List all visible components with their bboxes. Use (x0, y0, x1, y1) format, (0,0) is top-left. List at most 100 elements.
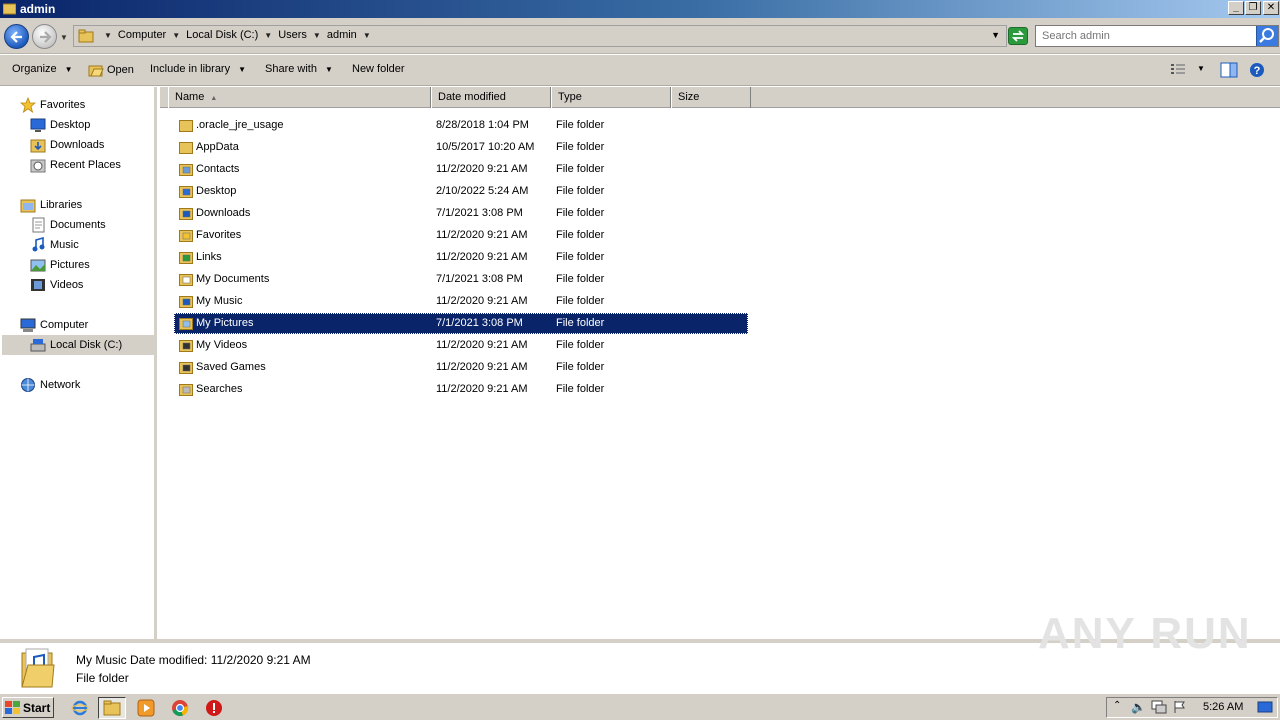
nav-item-documents[interactable]: Documents (30, 215, 106, 235)
details-type: File folder (76, 671, 129, 685)
forward-button[interactable] (32, 24, 57, 49)
searches-folder-icon (179, 384, 193, 396)
nav-network[interactable]: Network (20, 375, 80, 395)
title-bar[interactable]: admin _ ❐ ✕ (0, 0, 1280, 18)
breadcrumb-users[interactable]: Users (278, 29, 307, 41)
action-center-flag-icon[interactable] (1173, 700, 1187, 717)
breadcrumb-admin[interactable]: admin (327, 29, 357, 41)
organize-label: Organize (12, 63, 57, 75)
file-row[interactable]: AppData 10/5/2017 10:20 AM File folder (174, 137, 748, 158)
open-button[interactable]: Open (88, 63, 134, 77)
file-row[interactable]: Favorites 11/2/2020 9:21 AM File folder (174, 225, 748, 246)
breadcrumb-computer[interactable]: Computer (118, 29, 166, 41)
address-box[interactable]: ▼ Computer ▼ Local Disk (C:) ▼ Users ▼ a… (73, 25, 1007, 47)
taskbar-chrome[interactable] (166, 697, 194, 719)
file-row[interactable]: Contacts 11/2/2020 9:21 AM File folder (174, 159, 748, 180)
nav-item-downloads[interactable]: Downloads (30, 135, 104, 155)
nav-favorites-label: Favorites (40, 99, 86, 111)
volume-icon[interactable]: 🔈 (1131, 700, 1146, 714)
taskbar-explorer[interactable] (98, 697, 126, 719)
address-dropdown-icon[interactable]: ▼ (991, 30, 1000, 40)
network-tray-icon[interactable] (1151, 700, 1167, 717)
search-button[interactable] (1256, 26, 1278, 46)
column-header-date-modified[interactable]: Date modified (431, 87, 551, 108)
file-type: File folder (556, 317, 605, 329)
file-row[interactable]: Searches 11/2/2020 9:21 AM File folder (174, 379, 748, 400)
include-in-library-button[interactable]: Include in library ▼ (150, 63, 246, 75)
file-date-modified: 11/2/2020 9:21 AM (436, 229, 528, 241)
refresh-icon (1011, 30, 1025, 42)
nav-item-videos[interactable]: Videos (30, 275, 83, 295)
file-row[interactable]: Downloads 7/1/2021 3:08 PM File folder (174, 203, 748, 224)
nav-item-local-disk[interactable]: Local Disk (C:) (2, 335, 157, 355)
file-row[interactable]: My Videos 11/2/2020 9:21 AM File folder (174, 335, 748, 356)
taskbar-stop-app[interactable] (200, 697, 228, 719)
column-header-date-label: Date modified (438, 91, 506, 103)
show-hidden-icons-icon[interactable]: ⌃ (1113, 700, 1121, 711)
file-row[interactable]: My Music 11/2/2020 9:21 AM File folder (174, 291, 748, 312)
show-desktop-icon[interactable] (1257, 701, 1273, 716)
file-row[interactable]: Links 11/2/2020 9:21 AM File folder (174, 247, 748, 268)
file-row[interactable]: Saved Games 11/2/2020 9:21 AM File folder (174, 357, 748, 378)
drive-icon (30, 339, 46, 352)
search-input[interactable] (1036, 26, 1254, 46)
file-name: Saved Games (196, 361, 266, 373)
nav-item-label: Recent Places (50, 159, 121, 171)
nav-favorites[interactable]: Favorites (20, 95, 85, 115)
svg-text:?: ? (1254, 65, 1261, 77)
history-dropdown-icon[interactable]: ▼ (60, 33, 68, 42)
view-options-dropdown[interactable]: ▼ (1197, 64, 1205, 73)
refresh-button[interactable] (1008, 27, 1028, 45)
folder-icon (3, 3, 16, 15)
nav-computer[interactable]: Computer (20, 315, 88, 335)
chevron-down-icon[interactable]: ▼ (313, 31, 321, 40)
file-row[interactable]: My Documents 7/1/2021 3:08 PM File folder (174, 269, 748, 290)
chevron-down-icon[interactable]: ▼ (363, 31, 371, 40)
chevron-down-icon[interactable]: ▼ (264, 31, 272, 40)
breadcrumb-local-disk[interactable]: Local Disk (C:) (186, 29, 258, 41)
share-with-button[interactable]: Share with ▼ (265, 63, 333, 75)
taskbar-media-player[interactable] (132, 697, 160, 719)
file-name: .oracle_jre_usage (196, 119, 284, 131)
organize-button[interactable]: Organize ▼ (12, 63, 73, 75)
videos-icon (31, 279, 45, 291)
nav-item-music[interactable]: Music (30, 235, 79, 255)
help-button[interactable]: ? (1249, 62, 1265, 81)
file-type: File folder (556, 339, 605, 351)
close-button[interactable]: ✕ (1263, 1, 1279, 15)
file-date-modified: 11/2/2020 9:21 AM (436, 383, 528, 395)
nav-item-label: Local Disk (C:) (50, 339, 123, 351)
nav-item-desktop[interactable]: Desktop (30, 115, 90, 135)
nav-item-pictures[interactable]: Pictures (30, 255, 90, 275)
minimize-button[interactable]: _ (1228, 1, 1244, 15)
file-date-modified: 11/2/2020 9:21 AM (436, 361, 528, 373)
column-header-type[interactable]: Type (551, 87, 671, 108)
new-folder-button[interactable]: New folder (352, 63, 405, 75)
change-view-button[interactable] (1170, 62, 1186, 79)
nav-item-label: Pictures (50, 259, 90, 271)
file-type: File folder (556, 207, 605, 219)
pictures-folder-icon (179, 318, 193, 330)
file-name: Contacts (196, 163, 240, 175)
file-row[interactable]: .oracle_jre_usage 8/28/2018 1:04 PM File f… (174, 115, 748, 136)
file-row[interactable]: Desktop 2/10/2022 5:24 AM File folder (174, 181, 748, 202)
back-button[interactable] (4, 24, 29, 49)
start-button[interactable]: Start (2, 697, 54, 718)
file-name: Desktop (196, 185, 237, 197)
arrow-left-icon (10, 31, 22, 43)
column-header-name[interactable]: Name ▲ (168, 87, 431, 108)
maximize-button[interactable]: ❐ (1245, 1, 1261, 15)
chevron-down-icon[interactable]: ▼ (104, 31, 112, 40)
search-box (1035, 25, 1279, 47)
nav-libraries[interactable]: Libraries (20, 195, 82, 215)
chevron-down-icon[interactable]: ▼ (172, 31, 180, 40)
taskbar-internet-explorer[interactable] (66, 697, 94, 719)
nav-item-recent-places[interactable]: Recent Places (30, 155, 121, 175)
file-row[interactable]: My Pictures 7/1/2021 3:08 PM File folder (174, 313, 748, 334)
clock[interactable]: 5:26 AM (1203, 701, 1243, 713)
preview-pane-button[interactable] (1220, 62, 1238, 81)
chevron-down-icon: ▼ (238, 64, 247, 74)
star-icon (20, 97, 36, 113)
file-date-modified: 7/1/2021 3:08 PM (436, 207, 523, 219)
column-header-size[interactable]: Size (671, 87, 751, 108)
